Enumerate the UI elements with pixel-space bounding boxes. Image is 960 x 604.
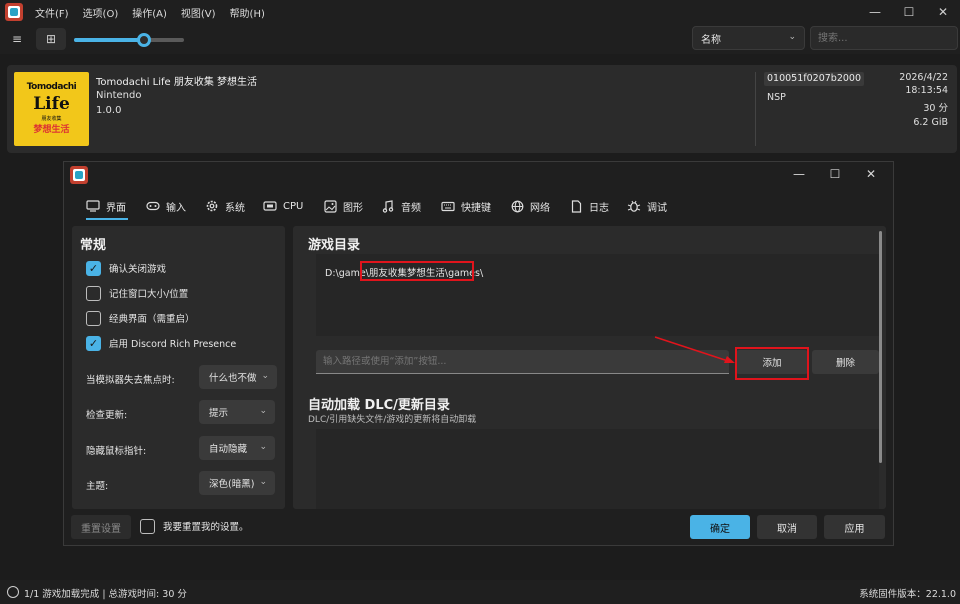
- refresh-icon[interactable]: [7, 586, 19, 598]
- status-bar: 1/1 游戏加载完成 | 总游戏时间: 30 分 系统固件版本：22.1.0: [0, 580, 960, 604]
- status-left-text: 1/1 游戏加载完成 | 总游戏时间: 30 分: [24, 589, 187, 600]
- firmware-version: 系统固件版本：22.1.0: [859, 589, 956, 600]
- annotation-arrow-icon: [654, 336, 735, 363]
